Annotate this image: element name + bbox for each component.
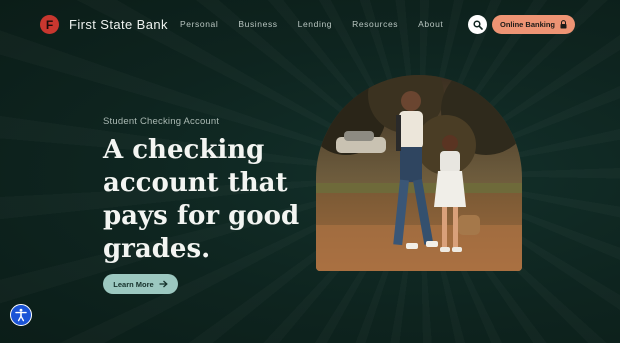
learn-more-label: Learn More <box>113 279 154 289</box>
nav-item-about[interactable]: About <box>418 19 443 29</box>
learn-more-button[interactable]: Learn More <box>103 274 178 294</box>
main-nav: Personal Business Lending Resources Abou… <box>180 19 463 29</box>
hero-eyebrow: Student Checking Account <box>103 116 220 127</box>
hero-photo <box>316 75 522 271</box>
background-rays <box>0 0 620 343</box>
lock-icon <box>560 20 567 29</box>
online-banking-button[interactable]: Online Banking <box>492 15 575 34</box>
accessibility-icon <box>14 308 28 322</box>
nav-item-business[interactable]: Business <box>238 19 277 29</box>
online-banking-label: Online Banking <box>499 20 555 29</box>
nav-item-resources[interactable]: Resources <box>352 19 398 29</box>
search-button[interactable] <box>468 15 487 34</box>
hero-headline: A checking account that pays for good gr… <box>103 135 300 264</box>
nav-item-personal[interactable]: Personal <box>180 19 218 29</box>
search-icon <box>472 19 483 30</box>
logo-mark-icon: F <box>40 15 59 34</box>
nav-item-lending[interactable]: Lending <box>298 19 332 29</box>
brand-name: First State Bank <box>69 17 168 32</box>
brand-logo[interactable]: F First State Bank <box>40 15 168 34</box>
arrow-right-icon <box>159 280 168 288</box>
accessibility-button[interactable] <box>10 304 32 326</box>
